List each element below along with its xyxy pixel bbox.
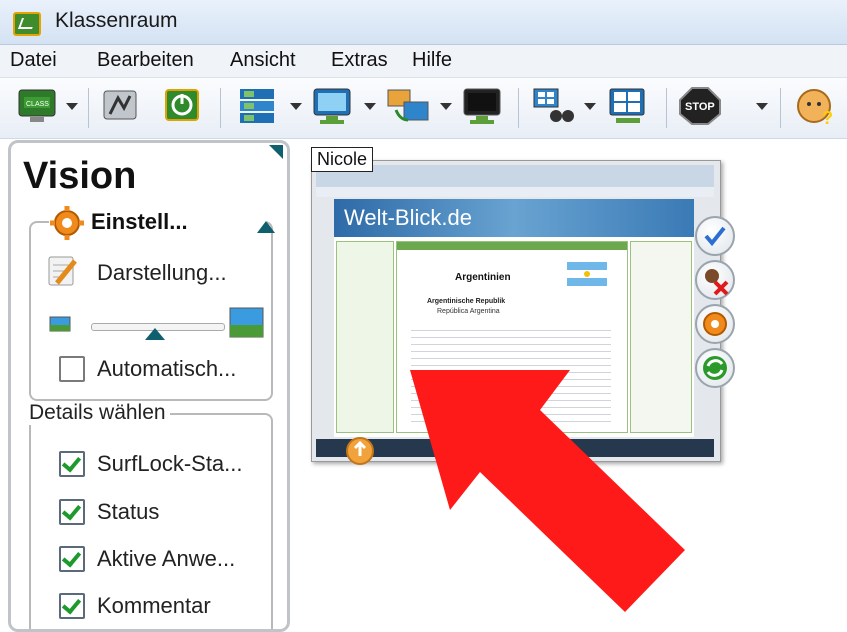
toolbar-separator (666, 88, 667, 128)
collapse-up-icon[interactable] (255, 219, 277, 235)
menu-hilfe[interactable]: Hilfe (412, 49, 452, 72)
svg-text:CLASS: CLASS (26, 101, 49, 108)
student-name-label: Nicole (311, 147, 374, 172)
toolbar-separator (220, 88, 221, 128)
power-icon[interactable] (160, 86, 204, 126)
toolbar: CLASS STOP ? (0, 78, 847, 139)
active-app-label: Aktive Anwe... (97, 546, 236, 571)
remove-student-button[interactable] (695, 260, 735, 300)
settings-legend: Einstell... (49, 201, 275, 241)
student-settings-button[interactable] (695, 304, 735, 344)
menu-extras[interactable]: Extras (331, 49, 388, 72)
window-title: Klassenraum (55, 9, 178, 32)
site-banner: Welt-Blick.de (334, 199, 694, 237)
article-subheading: Argentinische Republik (427, 298, 506, 305)
monitor-icon[interactable] (310, 86, 354, 126)
settings-title: Einstell... (91, 209, 188, 234)
gear-icon (50, 206, 84, 240)
help-icon[interactable]: ? (794, 86, 838, 128)
small-image-icon (49, 316, 71, 332)
auto-label: Automatisch... (97, 356, 237, 381)
panel-collapse-icon[interactable] (269, 145, 283, 159)
scan-dropdown-icon[interactable] (584, 103, 596, 110)
class-icon[interactable]: CLASS (16, 86, 60, 126)
slider-thumb[interactable] (144, 327, 166, 341)
browser-toolbar (316, 165, 714, 187)
display-settings-label[interactable]: Darstellung... (97, 260, 227, 286)
title-bar: Klassenraum (0, 0, 847, 45)
details-group: Details wählen SurfLock-Sta... Status Ak… (25, 401, 273, 629)
share-dropdown-icon[interactable] (440, 103, 452, 110)
notepad-icon (48, 256, 77, 286)
share-screen-icon[interactable] (386, 86, 430, 126)
comment-checkbox[interactable] (59, 593, 85, 619)
menu-ansicht[interactable]: Ansicht (230, 49, 296, 72)
svg-text:?: ? (822, 108, 833, 126)
stop-icon[interactable]: STOP (678, 86, 722, 126)
status-badge-icon (346, 437, 374, 465)
status-label: Status (97, 499, 160, 524)
toolbar-separator (518, 88, 519, 128)
article-subheading-2: República Argentina (437, 308, 500, 315)
red-arrow-annotation (410, 370, 685, 612)
toolbar-separator (88, 88, 89, 128)
toolbar-separator (780, 88, 781, 128)
surflock-checkbox[interactable] (59, 451, 85, 477)
article-heading: Argentinien (455, 272, 511, 283)
blank-screen-icon[interactable] (460, 86, 504, 126)
panel-heading: Vision (23, 155, 137, 197)
details-title: Details wählen (25, 401, 170, 425)
view-dropdown-icon[interactable] (290, 103, 302, 110)
app-icon (13, 12, 41, 36)
thumbnail-icon[interactable] (606, 86, 650, 126)
class-dropdown-icon[interactable] (66, 103, 78, 110)
svg-text:STOP: STOP (685, 101, 715, 113)
large-image-icon (229, 307, 264, 338)
view-layout-icon[interactable] (236, 86, 280, 126)
active-app-checkbox[interactable] (59, 546, 85, 572)
auto-checkbox[interactable] (59, 356, 85, 382)
comment-label: Kommentar (97, 593, 211, 618)
screen-icon[interactable] (98, 86, 142, 126)
settings-group: Einstell... Darstellung... Automatisch..… (29, 201, 275, 401)
surflock-label: SurfLock-Sta... (97, 451, 243, 476)
approve-button[interactable] (695, 216, 735, 256)
status-checkbox[interactable] (59, 499, 85, 525)
monitor-dropdown-icon[interactable] (364, 103, 376, 110)
stop-dropdown-icon[interactable] (756, 103, 768, 110)
vision-panel: Vision Einstell... Darstellung... Automa… (8, 140, 290, 632)
menu-bearbeiten[interactable]: Bearbeiten (97, 49, 194, 72)
scan-icon[interactable] (530, 86, 574, 126)
site-title: Welt-Blick.de (344, 205, 472, 230)
browser-tabs (316, 187, 714, 197)
menu-bar: Datei Bearbeiten Ansicht Extras Hilfe (0, 45, 847, 78)
flag-icon (567, 262, 607, 286)
menu-datei[interactable]: Datei (10, 49, 57, 72)
